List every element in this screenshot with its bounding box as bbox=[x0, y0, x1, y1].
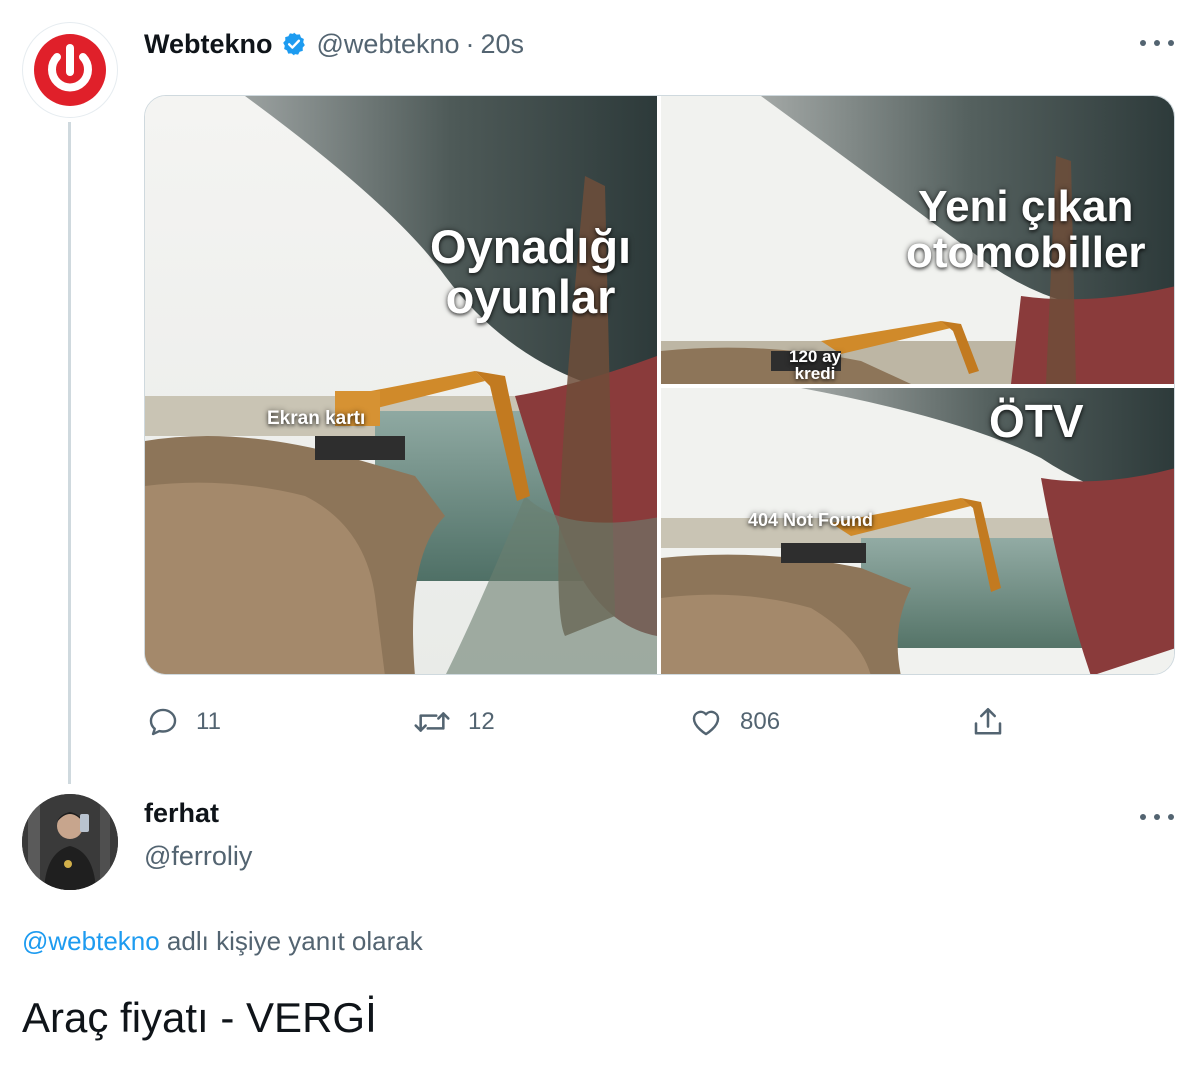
panel1-big-caption: Oynadığı oyunlar bbox=[430, 222, 631, 322]
author-name[interactable]: Webtekno bbox=[144, 29, 273, 60]
panel1-big-caption-line1: Oynadığı bbox=[430, 220, 632, 273]
reply-to-mention-link[interactable]: @webtekno bbox=[22, 926, 160, 956]
panel2-big-caption: Yeni çıkan otomobiller bbox=[906, 184, 1146, 276]
reply-tweet-text: Araç fiyatı - VERGİ bbox=[22, 994, 377, 1041]
panel2-big-caption-line1: Yeni çıkan bbox=[918, 182, 1134, 231]
media-image-2[interactable]: Yeni çıkan otomobiller 120 ay kredi bbox=[661, 96, 1174, 384]
like-action[interactable]: 806 bbox=[688, 700, 780, 744]
header-separator: · bbox=[465, 28, 475, 59]
more-icon[interactable] bbox=[1140, 810, 1174, 824]
tweet-media-grid[interactable]: Oynadığı oyunlar Ekran kartı Yeni çıkan … bbox=[144, 95, 1175, 675]
panel2-small-caption-line1: 120 ay bbox=[789, 347, 841, 366]
retweet-icon bbox=[414, 712, 450, 732]
like-count: 806 bbox=[740, 708, 781, 735]
author-handle[interactable]: @webtekno bbox=[317, 29, 460, 60]
verified-badge-icon bbox=[281, 31, 307, 57]
reply-to-suffix: adlı kişiye yanıt olarak bbox=[159, 926, 423, 956]
replying-to-line: @webtekno adlı kişiye yanıt olarak bbox=[22, 926, 423, 957]
share-icon bbox=[974, 707, 1002, 735]
ship-excavator-scene-1 bbox=[145, 96, 657, 674]
thread-connector-line bbox=[68, 122, 71, 784]
panel2-small-caption-line2: kredi bbox=[794, 364, 836, 383]
reply-action[interactable]: 11 bbox=[146, 700, 221, 744]
ship-excavator-scene-3 bbox=[661, 388, 1174, 674]
panel1-small-caption: Ekran kartı bbox=[267, 408, 366, 429]
reply-author-handle[interactable]: @ferroliy bbox=[144, 841, 252, 872]
webtekno-power-logo-icon bbox=[34, 34, 106, 106]
user-photo-avatar bbox=[22, 794, 118, 890]
panel1-big-caption-line2: oyunlar bbox=[445, 270, 616, 323]
media-image-1[interactable]: Oynadığı oyunlar Ekran kartı bbox=[145, 96, 657, 674]
reply-author-name[interactable]: ferhat bbox=[144, 798, 219, 829]
panel2-big-caption-line2: otomobiller bbox=[906, 228, 1146, 277]
tweet-header: Webtekno @webtekno · 20s bbox=[144, 24, 524, 64]
panel2-small-caption: 120 ay kredi bbox=[789, 348, 841, 382]
retweet-count: 12 bbox=[468, 708, 495, 735]
retweet-action[interactable]: 12 bbox=[412, 700, 495, 744]
more-icon[interactable] bbox=[1140, 36, 1174, 50]
reply-count: 11 bbox=[196, 708, 221, 735]
tweet-timestamp[interactable]: 20s bbox=[481, 29, 525, 60]
panel3-big-caption: ÖTV bbox=[989, 395, 1084, 447]
media-image-3[interactable]: ÖTV 404 Not Found bbox=[661, 388, 1174, 674]
webtekno-avatar[interactable] bbox=[22, 22, 118, 118]
reply-icon bbox=[149, 708, 177, 736]
ferhat-avatar[interactable] bbox=[22, 794, 118, 890]
panel3-small-caption: 404 Not Found bbox=[748, 510, 873, 530]
like-icon bbox=[692, 710, 720, 736]
share-action[interactable] bbox=[970, 700, 1006, 744]
